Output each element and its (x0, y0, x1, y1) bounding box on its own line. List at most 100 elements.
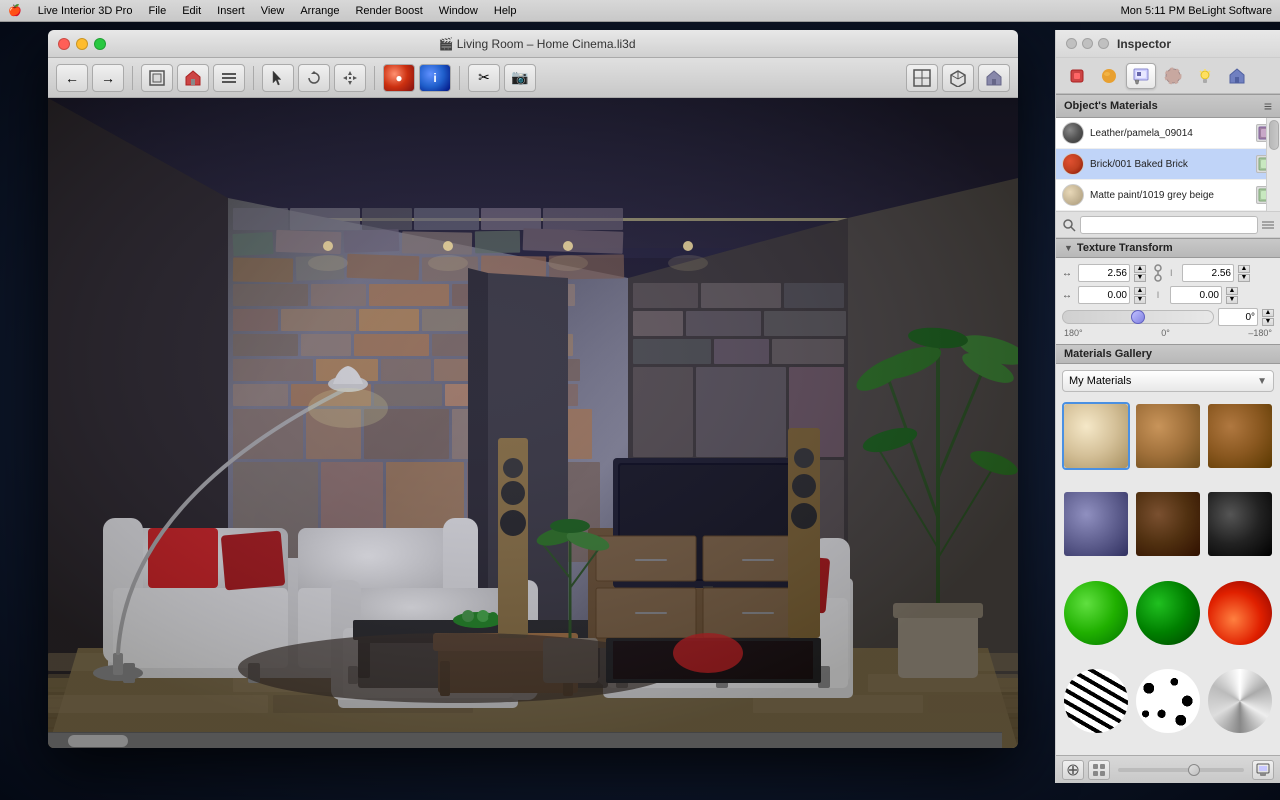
viewport-scrollbar[interactable] (48, 732, 1002, 748)
scale-y-up[interactable]: ▲ (1238, 265, 1250, 273)
menu-render-boost[interactable]: Render Boost (355, 5, 422, 17)
menu-view[interactable]: View (261, 5, 285, 17)
menu-bar: 🍎 Live Interior 3D Pro File Edit Insert … (0, 0, 1280, 22)
toolbar: ← → (48, 58, 1018, 98)
rotation-slider-track[interactable] (1062, 310, 1214, 324)
nav-back-button[interactable]: ← (56, 64, 88, 92)
offset-x-input[interactable] (1078, 286, 1130, 304)
menu-app-name[interactable]: Live Interior 3D Pro (38, 5, 133, 17)
gallery-thumbnail-button[interactable] (1088, 760, 1110, 780)
scale-y-down[interactable]: ▼ (1238, 274, 1250, 282)
scale-x-up[interactable]: ▲ (1134, 265, 1146, 273)
inspector-min[interactable] (1082, 38, 1093, 49)
menu-window[interactable]: Window (439, 5, 478, 17)
gallery-add-button[interactable] (1062, 760, 1084, 780)
scale-x-input[interactable] (1078, 264, 1130, 282)
home-3d-button[interactable] (978, 64, 1010, 92)
texture-collapse-arrow[interactable]: ▼ (1064, 243, 1073, 253)
nav-fwd-button[interactable]: → (92, 64, 124, 92)
inspector-tab-texture[interactable] (1158, 63, 1188, 89)
window-titlebar: 🎬 Living Room – Home Cinema.li3d (48, 30, 1018, 58)
rotation-stepper[interactable]: ▲ ▼ (1262, 309, 1274, 326)
gallery-item-3[interactable] (1062, 490, 1130, 558)
gallery-export-button[interactable] (1252, 760, 1274, 780)
gallery-item-4[interactable] (1134, 490, 1202, 558)
menu-edit[interactable]: Edit (182, 5, 201, 17)
info-button[interactable]: i (419, 64, 451, 92)
menu-file[interactable]: File (148, 5, 166, 17)
gallery-item-2[interactable] (1206, 402, 1274, 470)
filter-list-icon[interactable] (1262, 219, 1274, 231)
tool-camera[interactable]: 📷 (504, 64, 536, 92)
list-view-button[interactable] (213, 64, 245, 92)
material-item-leather[interactable]: Leather/pamela_09014 (1056, 118, 1280, 149)
scale-y-stepper[interactable]: ▲ ▼ (1238, 265, 1250, 282)
material-item-brick[interactable]: Brick/001 Baked Brick (1056, 149, 1280, 180)
window-title: 🎬 Living Room – Home Cinema.li3d (116, 37, 958, 51)
gallery-swatch-beige (1064, 404, 1128, 468)
rotation-row: ▲ ▼ (1062, 308, 1274, 326)
section-options-icon[interactable]: ≡ (1264, 98, 1272, 114)
inspector-tab-house[interactable] (1222, 63, 1252, 89)
inspector-tab-paint[interactable] (1126, 63, 1156, 89)
material-swatch-leather (1062, 122, 1084, 144)
materials-scrollbar-thumb[interactable] (1269, 120, 1279, 150)
inspector-tab-light[interactable] (1190, 63, 1220, 89)
rotation-value-input[interactable] (1218, 308, 1258, 326)
gallery-item-1[interactable] (1134, 402, 1202, 470)
menu-help[interactable]: Help (494, 5, 517, 17)
scale-x-down[interactable]: ▼ (1134, 274, 1146, 282)
rotation-up[interactable]: ▲ (1262, 309, 1274, 317)
gallery-item-5[interactable] (1206, 490, 1274, 558)
menu-insert[interactable]: Insert (217, 5, 245, 17)
gallery-item-10[interactable] (1134, 667, 1202, 735)
gallery-item-8[interactable] (1206, 579, 1274, 647)
materials-scrollbar[interactable] (1266, 118, 1280, 211)
viewport-canvas[interactable] (48, 98, 1018, 748)
gallery-size-thumb[interactable] (1188, 764, 1200, 776)
gallery-item-0[interactable] (1062, 402, 1130, 470)
render-sphere-button[interactable]: ● (383, 64, 415, 92)
gallery-item-9[interactable] (1062, 667, 1130, 735)
close-button[interactable] (58, 38, 70, 50)
gallery-item-11[interactable] (1206, 667, 1274, 735)
scale-x-stepper[interactable]: ▲ ▼ (1134, 265, 1146, 282)
inspector-close[interactable] (1066, 38, 1077, 49)
offset-y-stepper[interactable]: ▲ ▼ (1226, 287, 1238, 304)
materials-list: Leather/pamela_09014 Brick/001 Baked Bri… (1056, 118, 1280, 212)
gallery-item-7[interactable] (1134, 579, 1202, 647)
inspector-max[interactable] (1098, 38, 1109, 49)
rotate-tool[interactable] (298, 64, 330, 92)
floor-plan-button[interactable] (141, 64, 173, 92)
material-item-matte[interactable]: Matte paint/1019 grey beige (1056, 180, 1280, 211)
menu-arrange[interactable]: Arrange (300, 5, 339, 17)
inspector-tab-material-sphere[interactable] (1094, 63, 1124, 89)
scale-y-input[interactable] (1182, 264, 1234, 282)
select-tool[interactable] (262, 64, 294, 92)
offset-x-up[interactable]: ▲ (1134, 287, 1146, 295)
view-2d-button[interactable] (906, 64, 938, 92)
house-view-button[interactable] (177, 64, 209, 92)
filter-input[interactable] (1080, 216, 1258, 234)
offset-x-down[interactable]: ▼ (1134, 296, 1146, 304)
gallery-item-6[interactable] (1062, 579, 1130, 647)
chain-link-icon[interactable] (1150, 265, 1166, 281)
gallery-size-slider[interactable] (1118, 768, 1244, 772)
viewport[interactable] (48, 98, 1018, 748)
tool-cut[interactable]: ✂ (468, 64, 500, 92)
inspector-tab-object[interactable] (1062, 63, 1092, 89)
move-tool[interactable] (334, 64, 366, 92)
gallery-swatch-green-bright (1064, 581, 1128, 645)
offset-y-down[interactable]: ▼ (1226, 296, 1238, 304)
gallery-dropdown[interactable]: My Materials ▼ (1062, 370, 1274, 392)
minimize-button[interactable] (76, 38, 88, 50)
maximize-button[interactable] (94, 38, 106, 50)
offset-y-input[interactable] (1170, 286, 1222, 304)
rotation-slider-thumb[interactable] (1131, 310, 1145, 324)
viewport-scrollbar-thumb[interactable] (68, 735, 128, 747)
view-3d-button[interactable] (942, 64, 974, 92)
rotation-down[interactable]: ▼ (1262, 318, 1274, 326)
offset-y-up[interactable]: ▲ (1226, 287, 1238, 295)
apple-menu[interactable]: 🍎 (8, 4, 22, 17)
offset-x-stepper[interactable]: ▲ ▼ (1134, 287, 1146, 304)
